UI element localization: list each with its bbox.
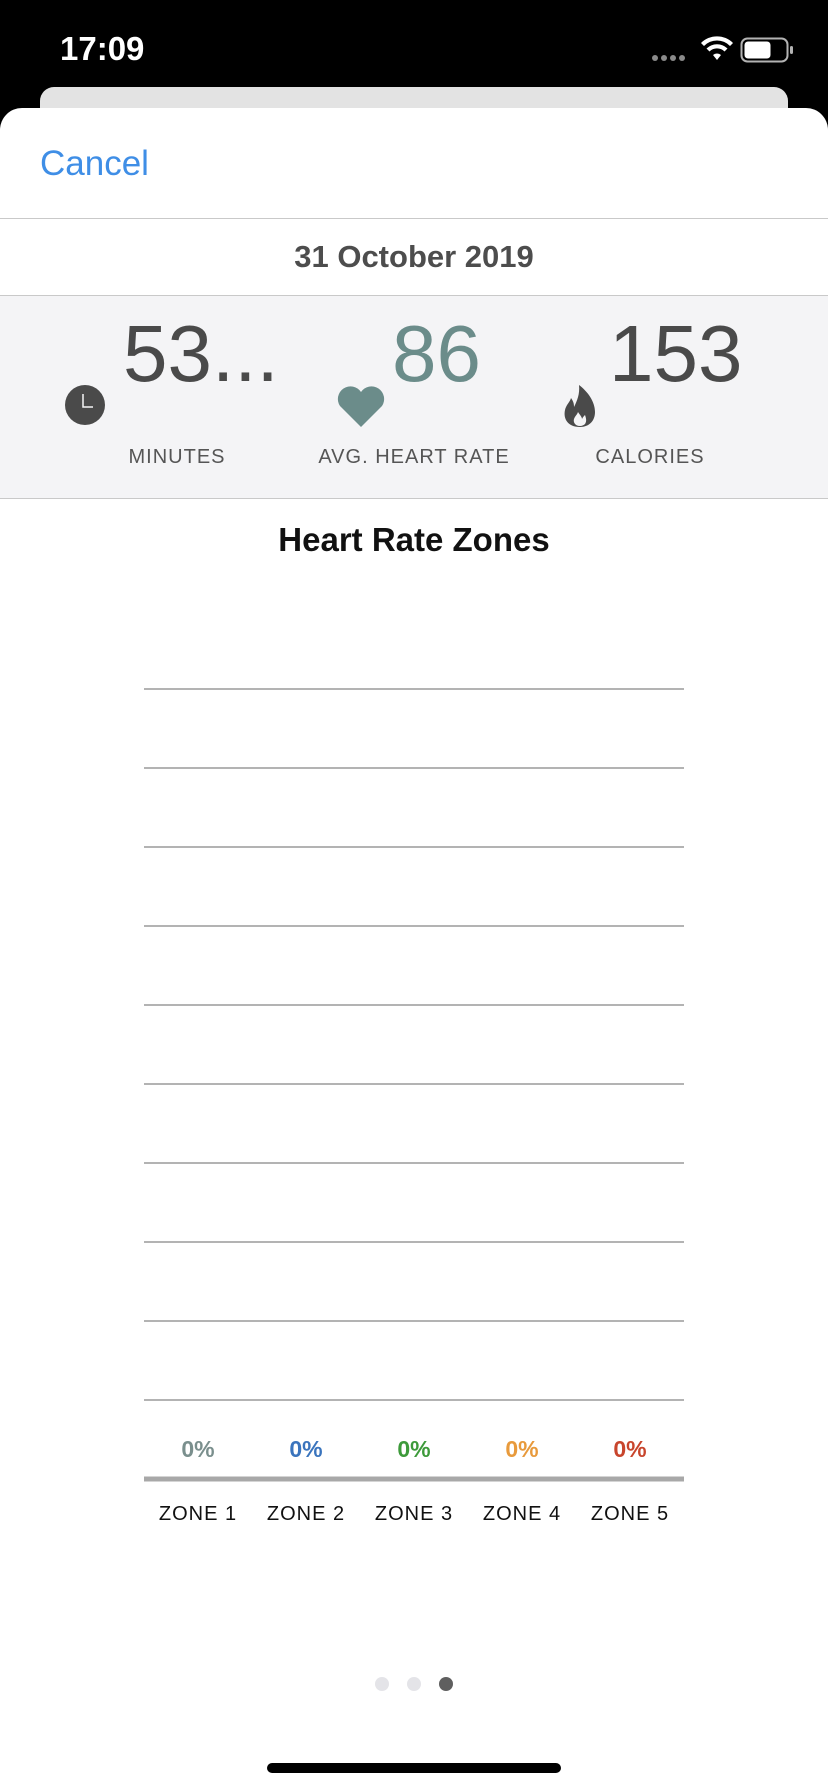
wifi-icon xyxy=(701,36,733,60)
zone-category-label: ZONE 5 xyxy=(591,1503,669,1525)
signal-icon xyxy=(652,55,685,61)
zone-value-label: 0% xyxy=(505,1436,538,1462)
zone-value-label: 0% xyxy=(613,1436,646,1462)
page-dot[interactable] xyxy=(407,1677,421,1691)
zone-category-label: ZONE 3 xyxy=(375,1503,453,1525)
heart-rate-zones-chart: 0% ZONE 1 0% ZONE 2 0% ZONE 3 0% ZONE 4 0% ZONE 5 xyxy=(144,688,684,1525)
page-indicator xyxy=(0,1677,828,1691)
zone-category-label: ZONE 2 xyxy=(267,1503,345,1525)
zone-category-label: ZONE 4 xyxy=(483,1503,561,1525)
home-indicator xyxy=(267,1763,561,1773)
battery-icon xyxy=(740,37,793,63)
zone-value-label: 0% xyxy=(397,1436,430,1462)
zone-category-label: ZONE 1 xyxy=(159,1503,237,1525)
status-time: 17:09 xyxy=(60,30,145,67)
status-bar: 17:09 xyxy=(0,0,828,100)
page-dot[interactable] xyxy=(439,1677,453,1691)
zone-value-label: 0% xyxy=(289,1436,322,1462)
page-dot[interactable] xyxy=(375,1677,389,1691)
zone-value-label: 0% xyxy=(181,1436,214,1462)
workout-sheet: Cancel 31 October 2019 53... MINUTES 86 … xyxy=(0,108,828,1792)
